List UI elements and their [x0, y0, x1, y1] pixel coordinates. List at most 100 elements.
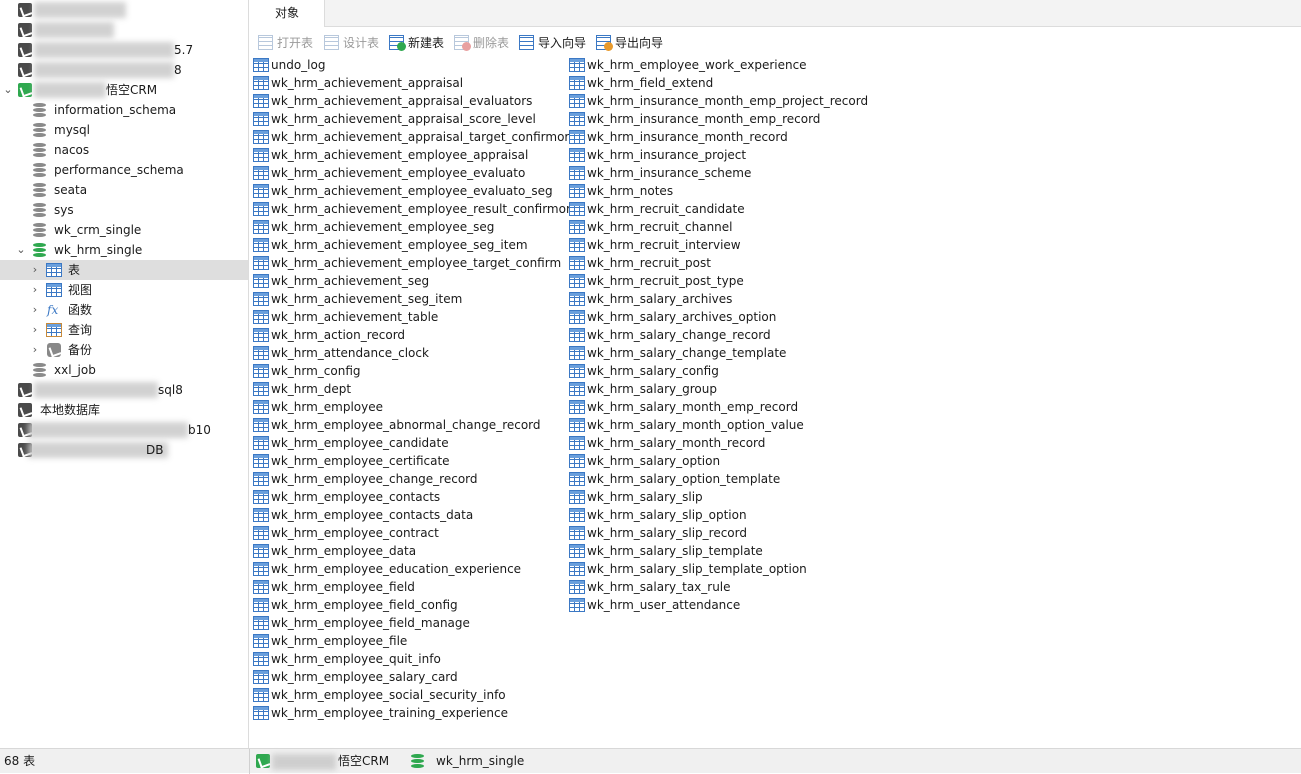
table-item[interactable]: wk_hrm_employee_field_manage [253, 614, 470, 632]
table-item[interactable]: wk_hrm_dept [253, 380, 351, 398]
table-item[interactable]: wk_hrm_user_attendance [569, 596, 740, 614]
table-item[interactable]: wk_hrm_salary_option [569, 452, 720, 470]
chevron-right-icon[interactable]: › [29, 280, 41, 300]
table-item[interactable]: wk_hrm_salary_config [569, 362, 719, 380]
connection-node[interactable]: 8 [0, 60, 248, 80]
table-item[interactable]: wk_hrm_insurance_month_record [569, 128, 788, 146]
table-item[interactable]: wk_hrm_notes [569, 182, 673, 200]
table-item[interactable]: wk_hrm_salary_slip_record [569, 524, 747, 542]
export-wizard-button[interactable]: 导出向导 [596, 34, 663, 52]
tree-item-queries[interactable]: › 查询 [0, 320, 248, 340]
database-node[interactable]: sys [0, 200, 248, 220]
chevron-down-icon[interactable]: ⌄ [15, 240, 27, 260]
table-item[interactable]: wk_hrm_insurance_month_emp_project_recor… [569, 92, 868, 110]
database-node[interactable]: wk_crm_single [0, 220, 248, 240]
table-item[interactable]: wk_hrm_salary_change_template [569, 344, 786, 362]
table-item[interactable]: wk_hrm_salary_slip_option [569, 506, 747, 524]
table-item[interactable]: wk_hrm_achievement_employee_seg [253, 218, 494, 236]
connection-node[interactable]: sql8 [0, 380, 248, 400]
table-item[interactable]: wk_hrm_recruit_channel [569, 218, 733, 236]
table-item[interactable]: wk_hrm_achievement_employee_evaluato_seg [253, 182, 553, 200]
table-item[interactable]: wk_hrm_attendance_clock [253, 344, 429, 362]
connection-node[interactable]: b10 [0, 420, 248, 440]
table-item[interactable]: wk_hrm_salary_group [569, 380, 717, 398]
chevron-down-icon[interactable]: ⌄ [2, 80, 14, 100]
table-item[interactable]: wk_hrm_employee_contacts_data [253, 506, 473, 524]
table-item[interactable]: wk_hrm_salary_slip_template [569, 542, 763, 560]
table-item[interactable]: wk_hrm_insurance_scheme [569, 164, 751, 182]
table-item[interactable]: wk_hrm_employee_data [253, 542, 416, 560]
table-item[interactable]: wk_hrm_config [253, 362, 361, 380]
table-item[interactable]: wk_hrm_achievement_seg_item [253, 290, 462, 308]
table-item[interactable]: wk_hrm_employee_candidate [253, 434, 449, 452]
tree-item-tables[interactable]: › 表 [0, 260, 248, 280]
table-item[interactable]: wk_hrm_salary_change_record [569, 326, 771, 344]
table-item[interactable]: wk_hrm_employee [253, 398, 383, 416]
connection-node[interactable]: DB [0, 440, 248, 460]
table-item[interactable]: wk_hrm_action_record [253, 326, 405, 344]
database-node[interactable]: xxl_job [0, 360, 248, 380]
table-item[interactable]: wk_hrm_employee_file [253, 632, 407, 650]
open-connection-node[interactable]: ⌄ 悟空CRM [0, 80, 248, 100]
tree-item-functions[interactable]: › fx 函数 [0, 300, 248, 320]
table-item[interactable]: wk_hrm_salary_slip_template_option [569, 560, 807, 578]
table-item[interactable]: wk_hrm_achievement_employee_evaluato [253, 164, 525, 182]
tree-item-backups[interactable]: › 备份 [0, 340, 248, 360]
chevron-right-icon[interactable]: › [29, 300, 41, 320]
import-wizard-button[interactable]: 导入向导 [519, 34, 586, 52]
table-item[interactable]: wk_hrm_salary_month_option_value [569, 416, 804, 434]
database-node-open[interactable]: ⌄ wk_hrm_single [0, 240, 248, 260]
table-item[interactable]: wk_hrm_salary_archives [569, 290, 732, 308]
database-node[interactable]: performance_schema [0, 160, 248, 180]
table-item[interactable]: wk_hrm_salary_slip [569, 488, 703, 506]
chevron-right-icon[interactable]: › [29, 320, 41, 340]
table-item[interactable]: wk_hrm_recruit_interview [569, 236, 741, 254]
table-item[interactable]: wk_hrm_salary_month_emp_record [569, 398, 798, 416]
table-item[interactable]: wk_hrm_recruit_candidate [569, 200, 745, 218]
table-item[interactable]: wk_hrm_insurance_project [569, 146, 746, 164]
table-item[interactable]: wk_hrm_employee_education_experience [253, 560, 521, 578]
new-table-button[interactable]: 新建表 [389, 34, 444, 52]
tab-objects[interactable]: 对象 [250, 0, 325, 27]
chevron-right-icon[interactable]: › [29, 260, 41, 280]
chevron-right-icon[interactable]: › [29, 340, 41, 360]
table-item[interactable]: wk_hrm_employee_abnormal_change_record [253, 416, 541, 434]
table-item[interactable]: wk_hrm_salary_month_record [569, 434, 765, 452]
table-item[interactable]: wk_hrm_insurance_month_emp_record [569, 110, 820, 128]
connection-node[interactable] [0, 20, 248, 40]
table-item[interactable]: wk_hrm_employee_quit_info [253, 650, 441, 668]
database-node[interactable]: information_schema [0, 100, 248, 120]
connection-node[interactable]: 5.7 [0, 40, 248, 60]
table-item[interactable]: wk_hrm_employee_contacts [253, 488, 440, 506]
table-item[interactable]: wk_hrm_achievement_employee_result_confi… [253, 200, 577, 218]
connection-node-local[interactable]: 本地数据库 [0, 400, 248, 420]
table-item[interactable]: wk_hrm_salary_option_template [569, 470, 780, 488]
design-table-button[interactable]: 设计表 [324, 34, 379, 52]
navigator-tree[interactable]: 5.7 8 ⌄ 悟空CRM information_schema mysql n… [0, 0, 249, 748]
table-item[interactable]: wk_hrm_achievement_appraisal_score_level [253, 110, 536, 128]
table-item[interactable]: wk_hrm_employee_salary_card [253, 668, 458, 686]
table-item[interactable]: wk_hrm_achievement_appraisal_evaluators [253, 92, 532, 110]
table-item[interactable]: wk_hrm_employee_contract [253, 524, 439, 542]
table-item[interactable]: wk_hrm_field_extend [569, 74, 713, 92]
connection-node[interactable] [0, 0, 248, 20]
table-item[interactable]: wk_hrm_employee_certificate [253, 452, 450, 470]
database-node[interactable]: nacos [0, 140, 248, 160]
table-item[interactable]: wk_hrm_achievement_appraisal [253, 74, 463, 92]
table-item[interactable]: wk_hrm_recruit_post [569, 254, 711, 272]
table-item[interactable]: wk_hrm_employee_work_experience [569, 56, 807, 74]
database-node[interactable]: seata [0, 180, 248, 200]
table-item[interactable]: wk_hrm_achievement_employee_seg_item [253, 236, 528, 254]
table-item[interactable]: wk_hrm_recruit_post_type [569, 272, 744, 290]
table-item[interactable]: wk_hrm_employee_field [253, 578, 415, 596]
table-item[interactable]: wk_hrm_achievement_appraisal_target_conf… [253, 128, 576, 146]
open-table-button[interactable]: 打开表 [258, 34, 313, 52]
table-item[interactable]: wk_hrm_salary_archives_option [569, 308, 776, 326]
table-item[interactable]: wk_hrm_employee_social_security_info [253, 686, 506, 704]
table-item[interactable]: wk_hrm_achievement_employee_appraisal [253, 146, 528, 164]
delete-table-button[interactable]: 删除表 [454, 34, 509, 52]
table-item[interactable]: undo_log [253, 56, 325, 74]
tree-item-views[interactable]: › 视图 [0, 280, 248, 300]
table-item[interactable]: wk_hrm_achievement_seg [253, 272, 429, 290]
table-item[interactable]: wk_hrm_employee_training_experience [253, 704, 508, 722]
